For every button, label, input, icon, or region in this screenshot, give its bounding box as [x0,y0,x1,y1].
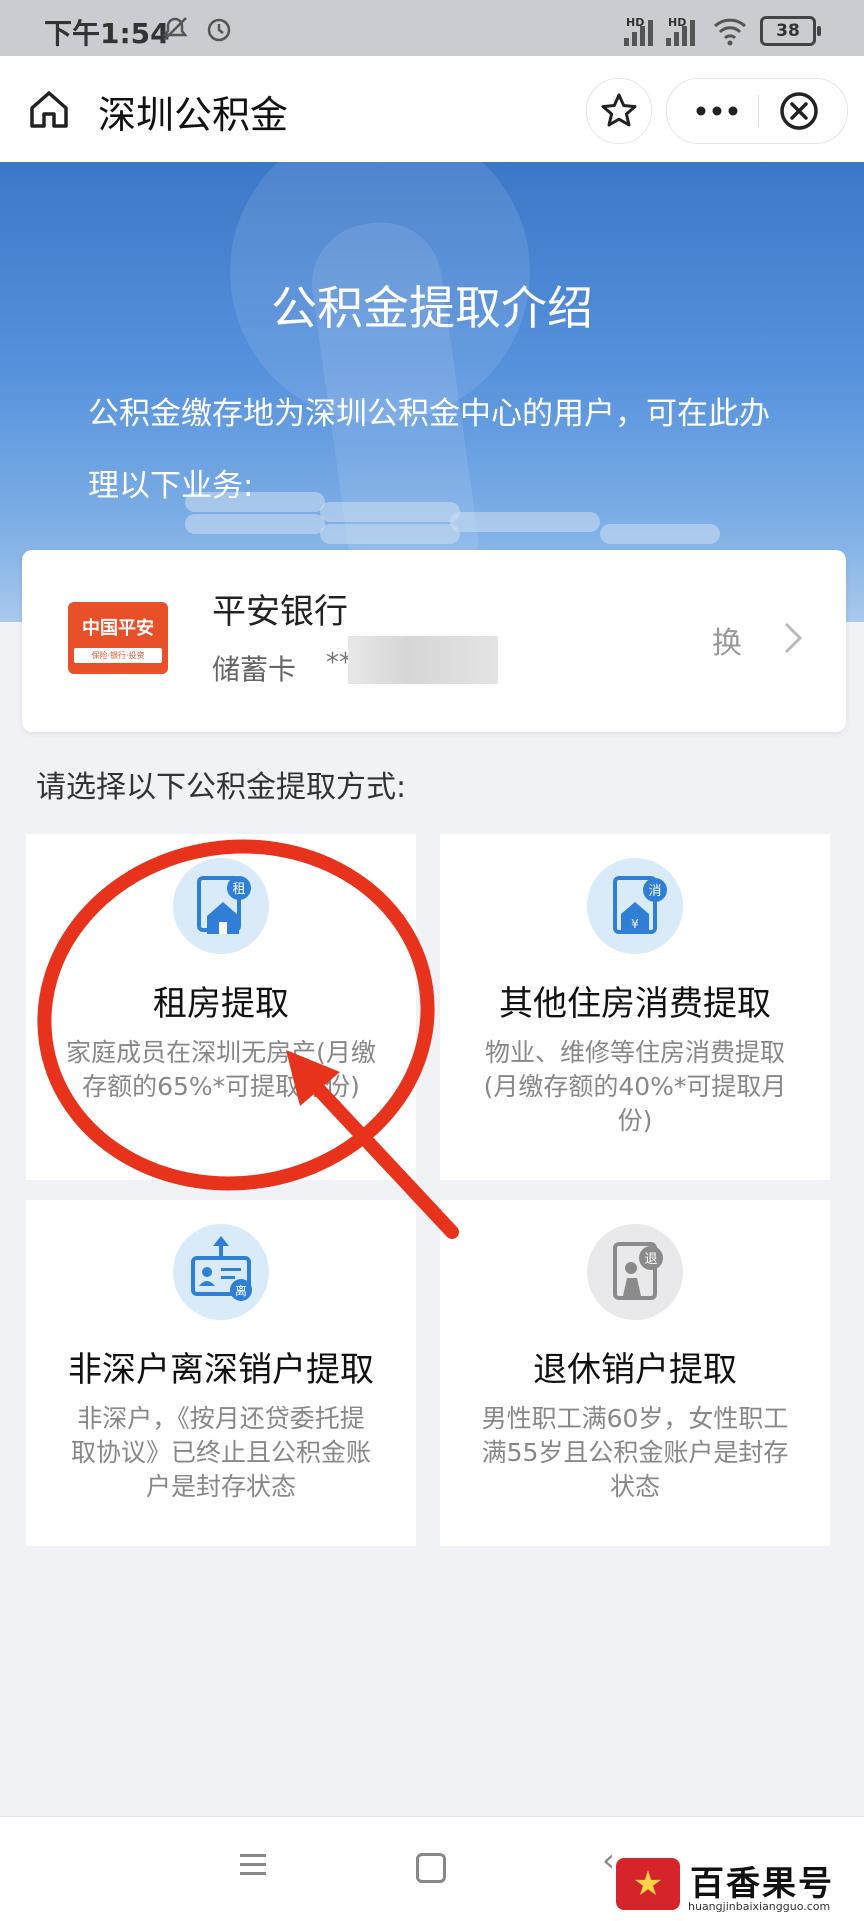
card-number-mask [348,636,498,684]
bank-logo: 中国平安 保险·银行·投资 [68,602,168,674]
close-icon[interactable] [777,89,821,133]
option-description: 物业、维修等住房消费提取(月缴存额的40%*可提取月份) [483,1038,787,1135]
option-description: 男性职工满60岁，女性职工满55岁且公积金账户是封存状态 [481,1404,789,1501]
favorite-button[interactable] [586,78,652,144]
chevron-right-icon [784,622,803,654]
bank-name: 平安银行 [212,592,348,632]
svg-text:¥: ¥ [631,917,639,931]
capsule-divider [758,95,759,127]
status-bar: 下午1:54 HD HD 38 [0,0,864,56]
option-title: 租房提取 [153,984,289,1024]
wifi-icon [713,18,747,46]
svg-text:消: 消 [648,884,661,899]
coin-stack-decoration [600,524,720,544]
option-description: 家庭成员在深圳无房产(月缴存额的65%*可提取月份) [66,1038,376,1101]
card-type: 储蓄卡 [212,653,297,686]
leave-shenzhen-icon: 离 [173,1224,269,1320]
bank-card-selector[interactable]: 中国平安 保险·银行·投资 平安银行 储蓄卡 ** 换 [22,550,846,732]
menu-icon[interactable] [238,1851,268,1879]
change-card-link[interactable]: 换 [712,618,742,662]
mute-bell-icon [162,17,188,41]
option-rent-withdrawal[interactable]: 租 租房提取 家庭成员在深圳无房产(月缴存额的65%*可提取月份) [26,834,416,1180]
option-description: 非深户，《按月还贷委托提取协议》已终止且公积金账户是封存状态 [70,1404,371,1501]
more-icon[interactable] [693,95,741,127]
back-icon[interactable]: ‹ [602,1841,615,1879]
mini-program-capsule [666,78,848,144]
watermark-text: 百香果号 [690,1864,834,1904]
watermark: ★ 百香果号 huangjinbaixiangguo.com [616,1854,864,1920]
banner-title: 公积金提取介绍 [271,281,593,335]
battery-icon: 38 [760,16,821,46]
svg-text:租: 租 [232,882,245,897]
signal-icon-2 [666,20,695,46]
svg-text:退: 退 [644,1252,657,1267]
option-retirement-withdrawal[interactable]: 退 退休销户提取 男性职工满60岁，女性职工满55岁且公积金账户是封存状态 [440,1200,830,1546]
coin-stack-decoration [320,524,460,544]
star-icon [601,93,637,127]
home-button-icon[interactable] [416,1853,446,1883]
option-title: 退休销户提取 [533,1350,737,1390]
watermark-url: huangjinbaixiangguo.com [688,1900,831,1913]
home-icon[interactable] [26,86,72,132]
svg-text:离: 离 [235,1283,247,1298]
retirement-icon: 退 [587,1224,683,1320]
banner-description: 公积金缴存地为深圳公积金中心的用户，可在此办理以下业务: [88,396,770,504]
status-time: 下午1:54 [44,17,170,50]
watermark-star-icon: ★ [616,1858,680,1910]
alarm-icon [207,18,231,42]
title-bar: 深圳公积金 [0,56,864,162]
option-leave-shenzhen-withdrawal[interactable]: 离 非深户离深销户提取 非深户，《按月还贷委托提取协议》已终止且公积金账户是封存… [26,1200,416,1546]
option-title: 其他住房消费提取 [499,984,771,1024]
section-label: 请选择以下公积金提取方式: [36,770,407,805]
page-title: 深圳公积金 [98,93,289,137]
signal-icon-1 [624,20,653,46]
option-title: 非深户离深销户提取 [68,1350,374,1390]
rent-house-icon: 租 [173,858,269,954]
housing-consumption-icon: ¥ 消 [587,858,683,954]
option-housing-consumption-withdrawal[interactable]: ¥ 消 其他住房消费提取 物业、维修等住房消费提取(月缴存额的40%*可提取月份… [440,834,830,1180]
